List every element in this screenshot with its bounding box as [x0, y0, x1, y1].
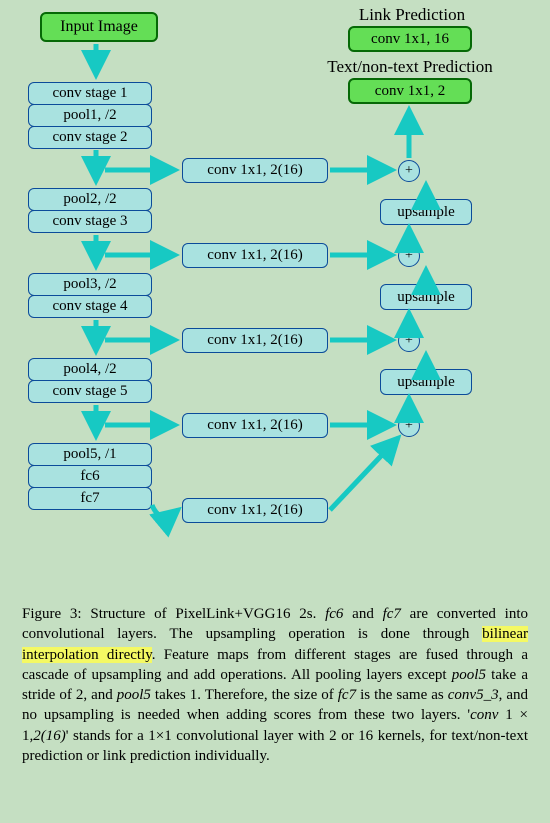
figure-caption: Figure 3: Structure of PixelLink+VGG16 2…	[22, 604, 528, 766]
cap-fc7: fc7	[383, 606, 401, 622]
cap-p5b: pool5	[117, 687, 151, 703]
stack-stage4: pool3, /2 conv stage 4	[28, 273, 152, 318]
plus-2: +	[398, 245, 420, 267]
stage1-label: conv stage 1	[28, 82, 152, 105]
cap-p5: pool5	[452, 667, 486, 683]
fc7-label: fc7	[28, 487, 152, 510]
fc6-label: fc6	[28, 465, 152, 488]
stage4-label: conv stage 4	[28, 295, 152, 318]
stage2-label: conv stage 2	[28, 126, 152, 149]
link-pred-title: Link Prediction	[312, 5, 512, 25]
text-pred-box: conv 1x1, 2	[348, 78, 472, 104]
stack-stage12: conv stage 1 pool1, /2 conv stage 2	[28, 82, 152, 149]
stack-fc: pool5, /1 fc6 fc7	[28, 443, 152, 510]
stack-stage3: pool2, /2 conv stage 3	[28, 188, 152, 233]
pool4-label: pool4, /2	[28, 358, 152, 381]
conv-mid-1: conv 1x1, 2(16)	[182, 158, 328, 183]
conv-mid-4: conv 1x1, 2(16)	[182, 413, 328, 438]
cap-fc7b: fc7	[338, 687, 356, 703]
pool2-label: pool2, /2	[28, 188, 152, 211]
cap-conv: conv	[470, 707, 498, 723]
plus-1: +	[398, 160, 420, 182]
pool5-label: pool5, /1	[28, 443, 152, 466]
conv-mid-5: conv 1x1, 2(16)	[182, 498, 328, 523]
cap-t8: ' stands for a 1×1 convolutional layer w…	[22, 728, 528, 764]
cap-c53: conv5_3	[448, 687, 499, 703]
link-pred-box: conv 1x1, 16	[348, 26, 472, 52]
diagram-canvas: Input Image Link Prediction conv 1x1, 16…	[0, 0, 550, 580]
input-image-box: Input Image	[40, 12, 158, 42]
upsample-2: upsample	[380, 284, 472, 310]
stage5-label: conv stage 5	[28, 380, 152, 403]
upsample-3: upsample	[380, 369, 472, 395]
conv-mid-2: conv 1x1, 2(16)	[182, 243, 328, 268]
cap-two16: ,2(16)	[30, 728, 66, 744]
cap-and: and	[343, 606, 382, 622]
cap-t4: takes 1. Therefore, the size of	[151, 687, 338, 703]
plus-3: +	[398, 330, 420, 352]
pool1-label: pool1, /2	[28, 104, 152, 127]
stage3-label: conv stage 3	[28, 210, 152, 233]
pool3-label: pool3, /2	[28, 273, 152, 296]
text-pred-title: Text/non-text Prediction	[285, 57, 535, 77]
cap-t5: is the same as	[356, 687, 448, 703]
cap-lead: Figure 3: Structure of PixelLink+VGG16 2…	[22, 606, 325, 622]
plus-4: +	[398, 415, 420, 437]
conv-mid-3: conv 1x1, 2(16)	[182, 328, 328, 353]
stack-stage5: pool4, /2 conv stage 5	[28, 358, 152, 403]
upsample-1: upsample	[380, 199, 472, 225]
cap-fc6: fc6	[325, 606, 343, 622]
